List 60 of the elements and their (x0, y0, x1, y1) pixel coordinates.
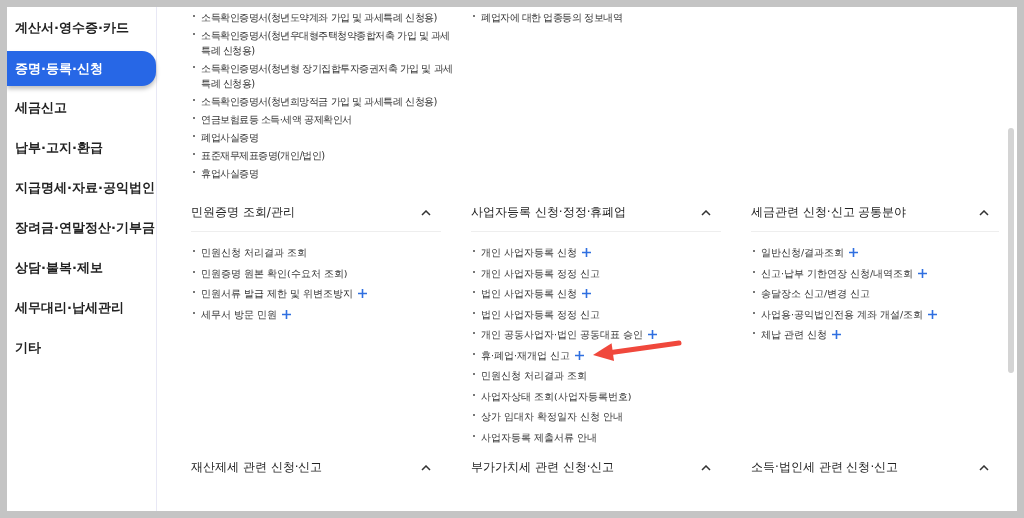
menu-link[interactable]: 소득확인증명서(청년도약계좌 가입 및 과세특례 신청용) (201, 10, 438, 25)
sidebar-item[interactable]: 상담·불복·제보 (7, 251, 156, 291)
menu-link[interactable]: 민원신청 처리결과 조회 (481, 367, 588, 385)
menu-link[interactable]: 개인 사업자등록 신청 (481, 244, 578, 262)
menu-link[interactable]: 개인 사업자등록 정정 신고 (481, 264, 601, 283)
menu-link[interactable]: 사업자상태 조회(사업자등록번호) (481, 387, 632, 406)
menu-link[interactable]: 폐업사실증명 (201, 130, 258, 145)
menu-link[interactable]: 신고·납부 기한연장 신청/내역조회 (761, 264, 914, 283)
menu-link[interactable]: 송달장소 신고/변경 신고 (761, 285, 871, 303)
sidebar-item[interactable]: 계산서·영수증·카드 (7, 11, 156, 51)
menu-link[interactable]: 소득확인증명서(청년우대형주택청약종합저축 가입 및 과세특례 신청용) (201, 28, 453, 58)
menu-link[interactable]: 민원증명 원본 확인(수요처 조회) (201, 264, 348, 283)
menu-link[interactable]: 일반신청/결과조회 (761, 244, 845, 262)
plus-icon[interactable] (582, 289, 592, 298)
section-title: 재산제세 관련 신청·신고 (191, 459, 323, 476)
menu-link[interactable]: 휴·폐업·재개업 신고 (481, 346, 571, 365)
scrollbar[interactable] (1008, 128, 1014, 373)
section-title: 사업자등록 신청·정정·휴폐업 (471, 204, 627, 221)
sidebar-item[interactable]: 세무대리·납세관리 (7, 291, 156, 331)
menu-link[interactable]: 상가 임대차 확정일자 신청 안내 (481, 408, 624, 426)
plus-icon[interactable] (832, 330, 842, 339)
menu-link[interactable]: 법인 사업자등록 정정 신고 (481, 305, 601, 324)
chevron-icon[interactable] (701, 209, 711, 216)
section-title: 민원증명 조회/관리 (191, 204, 295, 221)
menu-link[interactable]: 민원서류 발급 제한 및 위변조방지 (201, 285, 354, 303)
menu-link[interactable]: 휴업사실증명 (201, 166, 258, 181)
sidebar-item[interactable]: 장려금·연말정산·기부금 (7, 211, 156, 251)
section-title: 세금관련 신청·신고 공통분야 (751, 204, 907, 221)
plus-icon[interactable] (358, 289, 368, 298)
chevron-icon[interactable] (979, 209, 989, 216)
menu-link[interactable]: 민원신청 처리결과 조회 (201, 244, 308, 262)
plus-icon[interactable] (575, 350, 585, 360)
sidebar-item[interactable]: 지급명세·자료·공익법인 (7, 171, 156, 211)
menu-link[interactable]: 소득확인증명서(청년희망적금 가입 및 과세특례 신청용) (201, 94, 438, 109)
menu-link[interactable]: 폐업자에 대한 업종등의 정보내역 (481, 10, 623, 25)
menu-link[interactable]: 사업자등록 제출서류 안내 (481, 428, 598, 447)
chevron-icon[interactable] (421, 464, 431, 471)
menu-link[interactable]: 세무서 방문 민원 (201, 305, 278, 324)
menu-link[interactable]: 법인 사업자등록 신청 (481, 285, 578, 303)
menu-link[interactable]: 개인 공동사업자·법인 공동대표 승인 (481, 326, 644, 344)
plus-icon[interactable] (282, 309, 292, 319)
sidebar-item[interactable]: 납부·고지·환급 (7, 131, 156, 171)
menu-link[interactable]: 연금보험료등 소득·세액 공제확인서 (201, 112, 352, 127)
sidebar-item[interactable]: 세금신고 (7, 91, 156, 131)
chevron-icon[interactable] (421, 209, 431, 216)
chevron-icon[interactable] (701, 464, 711, 471)
plus-icon[interactable] (849, 248, 859, 257)
menu-link[interactable]: 사업용·공익법인전용 계좌 개설/조회 (761, 305, 924, 324)
plus-icon[interactable] (928, 309, 938, 319)
plus-icon[interactable] (648, 330, 658, 339)
sidebar-item[interactable]: 증명·등록·신청 (7, 51, 156, 86)
section-title: 소득·법인세 관련 신청·신고 (751, 459, 899, 476)
section-title: 부가가치세 관련 신청·신고 (471, 459, 615, 476)
menu-link[interactable]: 표준재무제표증명(개인/법인) (201, 148, 325, 163)
sidebar-item[interactable]: 기타 (7, 331, 156, 371)
plus-icon[interactable] (582, 248, 592, 257)
menu-link[interactable]: 체납 관련 신청 (761, 326, 828, 344)
plus-icon[interactable] (918, 268, 928, 278)
menu-link[interactable]: 소득확인증명서(청년형 장기집합투자증권저축 가입 및 과세특례 신청용) (201, 61, 453, 91)
chevron-icon[interactable] (979, 464, 989, 471)
